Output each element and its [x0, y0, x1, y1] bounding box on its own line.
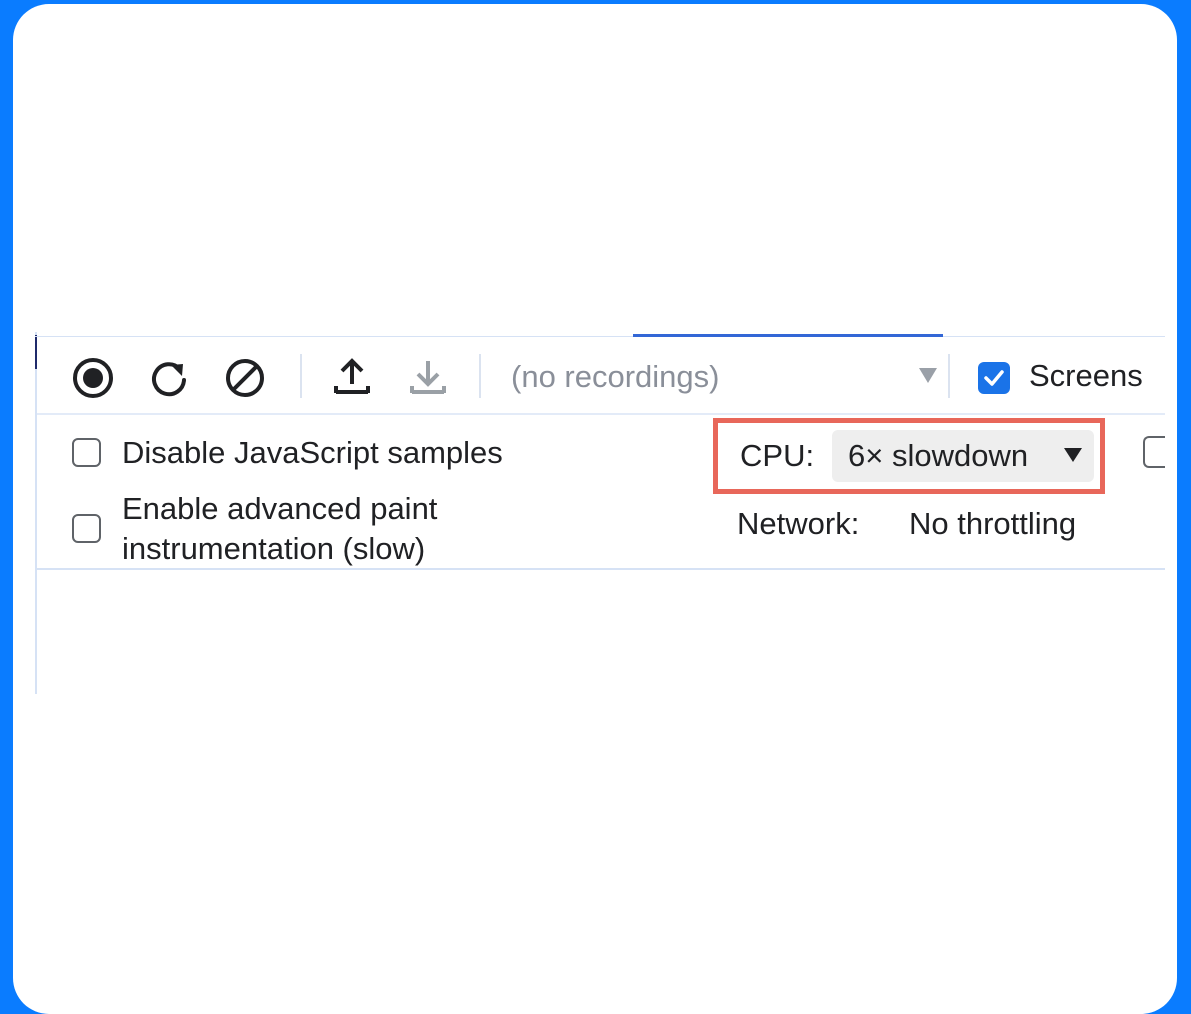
- panel-left-edge: [35, 335, 37, 369]
- dropdown-arrow-icon: [1064, 448, 1082, 462]
- clear-button[interactable]: [222, 355, 268, 401]
- toolbar-separator: [479, 354, 481, 398]
- recordings-dropdown-value: (no recordings): [511, 359, 720, 394]
- network-label: Network:: [737, 506, 860, 541]
- enable-paint-label-line2: instrumentation (slow): [122, 531, 426, 566]
- recordings-dropdown[interactable]: (no recordings): [511, 354, 941, 400]
- cpu-label: CPU:: [740, 438, 815, 473]
- cpu-throttling-value: 6× slowdown: [848, 438, 1029, 473]
- reload-record-button[interactable]: [146, 355, 192, 401]
- save-profile-button[interactable]: [405, 355, 451, 401]
- toolbar-divider: [37, 413, 1165, 415]
- screenshots-checkbox[interactable]: [978, 362, 1010, 394]
- hardware-concurrency-checkbox[interactable]: [1143, 436, 1165, 468]
- record-icon: [73, 358, 113, 398]
- settings-divider: [37, 568, 1165, 570]
- checkmark-icon: [984, 370, 1004, 386]
- tab-strip-border: [35, 336, 1165, 337]
- enable-paint-instrumentation-checkbox[interactable]: [72, 514, 101, 543]
- load-profile-button[interactable]: [329, 355, 375, 401]
- reload-icon: [152, 362, 186, 397]
- download-icon: [410, 361, 446, 394]
- cpu-throttling-dropdown[interactable]: 6× slowdown: [832, 430, 1094, 482]
- upload-icon: [334, 358, 370, 394]
- record-button[interactable]: [70, 355, 116, 401]
- screenshots-label: Screens: [1029, 358, 1143, 393]
- toolbar-separator: [300, 354, 302, 398]
- performance-panel: (no recordings) Screens Disable JavaScri…: [35, 332, 1165, 694]
- panel-left-border: [35, 332, 37, 694]
- toolbar-separator: [948, 354, 950, 398]
- clear-icon: [226, 359, 264, 397]
- enable-paint-label-line1: Enable advanced paint: [122, 491, 438, 526]
- card: (no recordings) Screens Disable JavaScri…: [13, 4, 1177, 1014]
- network-throttling-dropdown[interactable]: No throttling: [909, 506, 1076, 542]
- active-tab-indicator: [633, 334, 943, 337]
- dropdown-arrow-icon: [919, 368, 937, 383]
- disable-js-samples-checkbox[interactable]: [72, 438, 101, 467]
- cpu-throttling-highlight: CPU: 6× slowdown: [713, 418, 1105, 494]
- disable-js-samples-label: Disable JavaScript samples: [122, 435, 503, 470]
